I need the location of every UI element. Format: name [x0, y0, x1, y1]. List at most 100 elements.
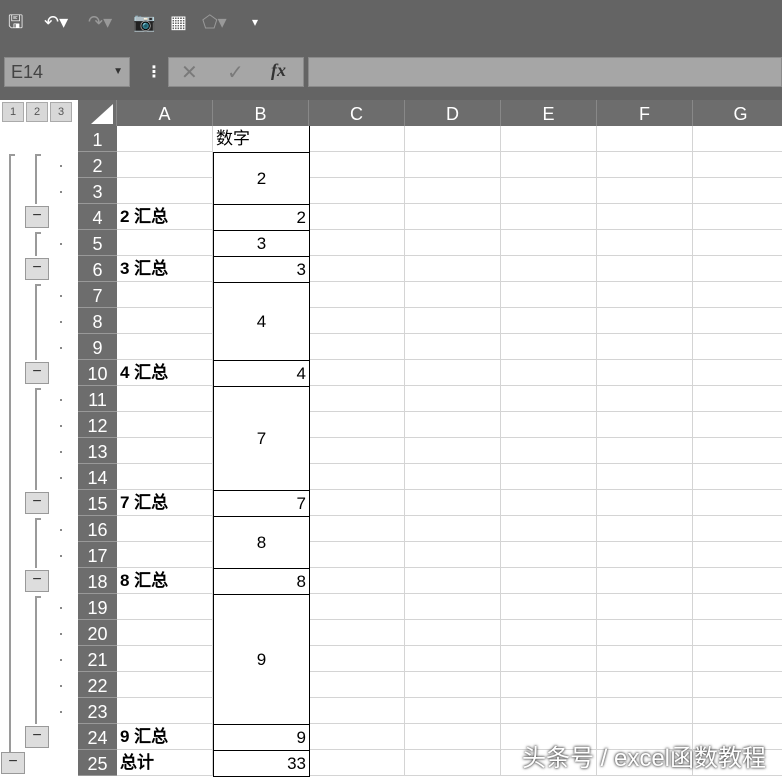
cell-G21[interactable]: [693, 646, 782, 672]
row-header-12[interactable]: 12: [78, 412, 117, 438]
cell-E14[interactable]: [501, 464, 597, 490]
cell-C12[interactable]: [309, 412, 405, 438]
row-header-6[interactable]: 6: [78, 256, 117, 282]
cell-C10[interactable]: [309, 360, 405, 386]
cell-G12[interactable]: [693, 412, 782, 438]
cell-A18[interactable]: 8 汇总: [117, 568, 213, 594]
cell-C25[interactable]: [309, 750, 405, 776]
cell-C3[interactable]: [309, 178, 405, 204]
cell-A5[interactable]: [117, 230, 213, 256]
cell-A24[interactable]: 9 汇总: [117, 724, 213, 750]
cell-D9[interactable]: [405, 334, 501, 360]
cell-C13[interactable]: [309, 438, 405, 464]
cell-A21[interactable]: [117, 646, 213, 672]
cell-C17[interactable]: [309, 542, 405, 568]
cell-G15[interactable]: [693, 490, 782, 516]
cell-A1[interactable]: [117, 126, 213, 152]
row-header-9[interactable]: 9: [78, 334, 117, 360]
cell-C5[interactable]: [309, 230, 405, 256]
cell-A17[interactable]: [117, 542, 213, 568]
cell-G18[interactable]: [693, 568, 782, 594]
row-header-23[interactable]: 23: [78, 698, 117, 724]
cell-E10[interactable]: [501, 360, 597, 386]
cell-C2[interactable]: [309, 152, 405, 178]
outline-level-1[interactable]: 1: [2, 102, 24, 122]
row-header-4[interactable]: 4: [78, 204, 117, 230]
form-icon[interactable]: ▦: [170, 10, 187, 34]
cell-D20[interactable]: [405, 620, 501, 646]
merged-cell-B16[interactable]: 8: [213, 516, 310, 569]
cell-D16[interactable]: [405, 516, 501, 542]
cell-G10[interactable]: [693, 360, 782, 386]
cell-E1[interactable]: [501, 126, 597, 152]
fx-icon[interactable]: fx: [271, 60, 286, 81]
row-header-8[interactable]: 8: [78, 308, 117, 334]
row-header-24[interactable]: 24: [78, 724, 117, 750]
cell-G7[interactable]: [693, 282, 782, 308]
cell-A6[interactable]: 3 汇总: [117, 256, 213, 282]
cell-C4[interactable]: [309, 204, 405, 230]
cell-D6[interactable]: [405, 256, 501, 282]
cell-E13[interactable]: [501, 438, 597, 464]
merged-cell-B11[interactable]: 7: [213, 386, 310, 491]
shape-icon[interactable]: ⬠▾: [202, 10, 227, 34]
cell-E12[interactable]: [501, 412, 597, 438]
cell-E3[interactable]: [501, 178, 597, 204]
cell-D22[interactable]: [405, 672, 501, 698]
cell-A19[interactable]: [117, 594, 213, 620]
column-header-D[interactable]: D: [405, 100, 501, 126]
cell-F16[interactable]: [597, 516, 693, 542]
cell-F22[interactable]: [597, 672, 693, 698]
cell-E6[interactable]: [501, 256, 597, 282]
cell-D11[interactable]: [405, 386, 501, 412]
camera-icon[interactable]: 📷: [133, 10, 155, 34]
cell-F5[interactable]: [597, 230, 693, 256]
customize-icon[interactable]: ▾: [252, 10, 258, 34]
row-header-16[interactable]: 16: [78, 516, 117, 542]
cell-F15[interactable]: [597, 490, 693, 516]
outline-level-2[interactable]: 2: [26, 102, 48, 122]
cell-B5[interactable]: 3: [213, 230, 310, 257]
row-header-1[interactable]: 1: [78, 126, 117, 152]
merged-cell-B19[interactable]: 9: [213, 594, 310, 725]
row-header-20[interactable]: 20: [78, 620, 117, 646]
cell-E7[interactable]: [501, 282, 597, 308]
cell-A4[interactable]: 2 汇总: [117, 204, 213, 230]
row-header-11[interactable]: 11: [78, 386, 117, 412]
cell-B24[interactable]: 9: [213, 724, 310, 751]
row-header-7[interactable]: 7: [78, 282, 117, 308]
cell-D21[interactable]: [405, 646, 501, 672]
cell-E23[interactable]: [501, 698, 597, 724]
cell-C19[interactable]: [309, 594, 405, 620]
cell-D8[interactable]: [405, 308, 501, 334]
cell-E8[interactable]: [501, 308, 597, 334]
cell-F12[interactable]: [597, 412, 693, 438]
merged-cell-B2[interactable]: 2: [213, 152, 310, 205]
cell-B10[interactable]: 4: [213, 360, 310, 387]
cell-F13[interactable]: [597, 438, 693, 464]
cell-E21[interactable]: [501, 646, 597, 672]
cell-A10[interactable]: 4 汇总: [117, 360, 213, 386]
cell-D14[interactable]: [405, 464, 501, 490]
column-header-G[interactable]: G: [693, 100, 782, 126]
cell-C22[interactable]: [309, 672, 405, 698]
cell-F1[interactable]: [597, 126, 693, 152]
cell-E15[interactable]: [501, 490, 597, 516]
row-header-18[interactable]: 18: [78, 568, 117, 594]
cell-A9[interactable]: [117, 334, 213, 360]
cell-F17[interactable]: [597, 542, 693, 568]
cell-E5[interactable]: [501, 230, 597, 256]
cell-D17[interactable]: [405, 542, 501, 568]
cell-F6[interactable]: [597, 256, 693, 282]
cell-A7[interactable]: [117, 282, 213, 308]
cell-E22[interactable]: [501, 672, 597, 698]
cell-F18[interactable]: [597, 568, 693, 594]
column-header-B[interactable]: B: [213, 100, 309, 126]
row-header-13[interactable]: 13: [78, 438, 117, 464]
cell-E18[interactable]: [501, 568, 597, 594]
cell-C11[interactable]: [309, 386, 405, 412]
cell-G2[interactable]: [693, 152, 782, 178]
cell-G11[interactable]: [693, 386, 782, 412]
cell-C7[interactable]: [309, 282, 405, 308]
cell-B15[interactable]: 7: [213, 490, 310, 517]
